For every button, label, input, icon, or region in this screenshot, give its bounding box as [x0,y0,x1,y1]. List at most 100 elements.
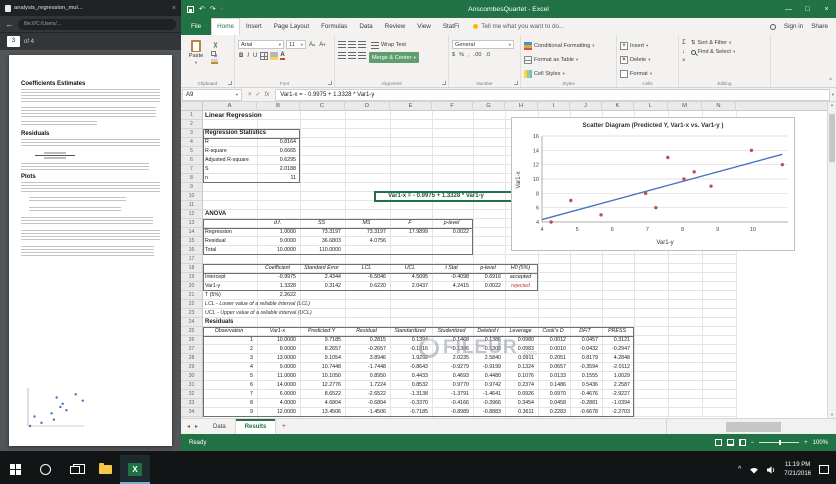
cell-r27c9[interactable]: -0.0432 [571,345,599,354]
cell-r29c8[interactable]: 0.0657 [539,363,567,372]
cell-r30c2[interactable]: 10.1050 [301,372,342,381]
cell-r25c9[interactable]: DFiT [571,327,599,336]
tell-me-box[interactable]: Tell me what you want to do... [465,18,572,35]
cell-r19c1[interactable]: -0.9975 [258,273,297,282]
cell-r26c9[interactable]: 0.0457 [571,336,599,345]
pdf-content-area[interactable]: Coefficients Estimates Residuals Plots [0,50,181,451]
cell-r28c1[interactable]: 13.0000 [258,354,297,363]
cell-r32c10[interactable]: -2.9227 [603,390,631,399]
row-header-12[interactable]: 12 [181,210,202,219]
row-header-7[interactable]: 7 [181,165,202,174]
cell-r31c6[interactable]: 0.9742 [474,381,502,390]
cell-r32c3[interactable]: -2.6522 [346,390,387,399]
cell-r33c3[interactable]: -0.6804 [346,399,387,408]
cell-r16c2[interactable]: 110.0000 [301,246,342,255]
cell-r13c4[interactable]: F [391,219,429,228]
cell-r32c0[interactable]: 7 [204,390,254,399]
accounting-format-icon[interactable]: $ [452,52,455,58]
column-header-f[interactable]: F [432,102,473,111]
insert-cells-button[interactable]: + Insert ▾ [620,39,652,52]
cancel-icon[interactable]: × [248,92,252,98]
cell-r31c4[interactable]: 0.8532 [391,381,429,390]
decrease-decimal-icon[interactable]: .0 [485,52,490,58]
url-field[interactable]: file:///C:/Users/... [18,18,176,30]
row-header-22[interactable]: 22 [181,300,202,309]
cell-r27c10[interactable]: -0.2947 [603,345,631,354]
row-header-3[interactable]: 3 [181,129,202,138]
row-header-27[interactable]: 27 [181,345,202,354]
cell-r18c7[interactable]: H0 (5%) [506,264,535,273]
row-header-16[interactable]: 16 [181,246,202,255]
align-center-icon[interactable] [348,52,356,59]
fill-icon[interactable]: ↓ [682,49,686,56]
column-header-h[interactable]: H [505,102,538,111]
cell-r33c6[interactable]: -0.3966 [474,399,502,408]
zoom-in-icon[interactable]: + [804,440,808,446]
cell-r18c5[interactable]: t Stat [433,264,470,273]
excel-taskbar-button[interactable]: X [120,455,150,484]
cell-r32c2[interactable]: 8.6522 [301,390,342,399]
zoom-out-icon[interactable]: − [751,440,755,446]
tab-view[interactable]: View [411,18,437,35]
action-center-icon[interactable] [819,465,829,474]
cell-r32c8[interactable]: 0.0970 [539,390,567,399]
autosum-icon[interactable]: Σ [682,40,686,47]
cell-r32c1[interactable]: 6.0000 [258,390,297,399]
row-header-8[interactable]: 8 [181,174,202,183]
zoom-slider[interactable] [759,440,800,445]
cell-r32c5[interactable]: -1.3791 [433,390,470,399]
cell-r27c1[interactable]: 8.0000 [258,345,297,354]
cell-r8c0[interactable]: n [204,174,254,183]
cell-r29c6[interactable]: -0.9199 [474,363,502,372]
column-header-m[interactable]: M [668,102,702,111]
format-painter-icon[interactable] [211,59,218,64]
cell-r29c2[interactable]: 10.7448 [301,363,342,372]
cell-r33c0[interactable]: 8 [204,399,254,408]
vertical-scrollbar[interactable]: ▴ ▾ [827,102,836,418]
cell-r25c1[interactable]: Var1-x [258,327,297,336]
row-header-29[interactable]: 29 [181,363,202,372]
shrink-font-button[interactable]: A▾ [318,41,326,49]
column-header-j[interactable]: J [570,102,602,111]
row-header-28[interactable]: 28 [181,354,202,363]
zoom-level[interactable]: 100% [813,440,828,446]
cell-r25c8[interactable]: Cook's D [539,327,567,336]
cell-r29c3[interactable]: -1.7448 [346,363,387,372]
cell-r26c2[interactable]: 9.7185 [301,336,342,345]
row-header-13[interactable]: 13 [181,219,202,228]
save-icon[interactable] [187,5,194,13]
cell-r14c5[interactable]: 0.0022 [433,228,470,237]
share-button[interactable]: Share [811,23,828,30]
cell-r19c2[interactable]: 2.4344 [301,273,342,282]
cell-r1c0[interactable]: Linear Regression [204,111,262,120]
cell-r31c5[interactable]: 0.9770 [433,381,470,390]
cell-r25c6[interactable]: Deleted t [474,327,502,336]
cell-r34c0[interactable]: 9 [204,408,254,417]
cell-r28c9[interactable]: 0.8179 [571,354,599,363]
cell-r32c7[interactable]: 0.0926 [506,390,535,399]
cell-r26c1[interactable]: 10.0000 [258,336,297,345]
row-header-6[interactable]: 6 [181,156,202,165]
font-name-select[interactable]: Arial ▾ [238,40,284,49]
close-tab-icon[interactable]: × [172,5,176,12]
cell-r34c4[interactable]: -0.7185 [391,408,429,417]
percent-style-icon[interactable]: % [459,52,464,58]
cell-r16c0[interactable]: Total [204,246,254,255]
cell-r31c9[interactable]: 0.5436 [571,381,599,390]
row-header-15[interactable]: 15 [181,237,202,246]
grow-font-button[interactable]: A▴ [308,41,316,49]
row-header-33[interactable]: 33 [181,399,202,408]
cell-r18c3[interactable]: LCL [346,264,387,273]
cell-r30c1[interactable]: 11.0000 [258,372,297,381]
font-color-icon[interactable]: A [280,52,285,60]
cell-r4c1[interactable]: 0.8164 [258,138,297,147]
cell-r34c9[interactable]: -0.6678 [571,408,599,417]
cell-r26c10[interactable]: 0.3121 [603,336,631,345]
undo-icon[interactable]: ↶ [199,5,205,13]
fill-color-icon[interactable] [270,52,279,60]
cell-r19c3[interactable]: -6.5046 [346,273,387,282]
cell-r30c6[interactable]: 0.4480 [474,372,502,381]
row-header-30[interactable]: 30 [181,372,202,381]
cell-r28c3[interactable]: 3.8946 [346,354,387,363]
row-header-11[interactable]: 11 [181,201,202,210]
